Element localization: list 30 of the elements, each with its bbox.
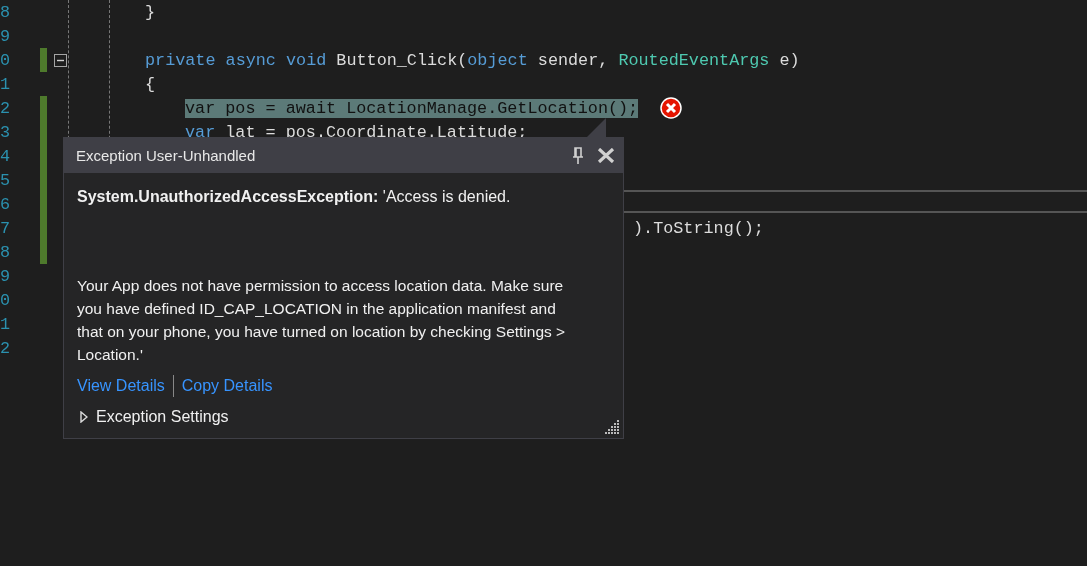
- line-number: 5: [0, 170, 10, 190]
- exception-message: System.UnauthorizedAccessException: 'Access is denied.: [77, 187, 512, 207]
- line-number: 8: [0, 2, 10, 22]
- line-number: 7: [0, 218, 10, 238]
- collapse-icon[interactable]: [54, 53, 67, 67]
- line-number: 1: [0, 74, 10, 94]
- line-number: 1: [0, 314, 10, 334]
- exception-settings-toggle[interactable]: Exception Settings: [80, 406, 610, 428]
- line-number: 0: [0, 290, 10, 310]
- code-line: {: [145, 74, 156, 94]
- code-line: }: [145, 2, 156, 22]
- line-number: 2: [0, 338, 10, 358]
- close-icon[interactable]: [597, 148, 615, 163]
- line-number: 6: [0, 194, 10, 214]
- details-link[interactable]: Copy Details: [181, 375, 273, 397]
- line-number: 8: [0, 242, 10, 262]
- exception-details: Your App does not have permission to access location data. Make sure you have defined ID_CAP_LOCATION in the application manifest and that on your phone, you have turned on location by checking Settings > Location.': [77, 276, 567, 365]
- pin-icon[interactable]: [573, 147, 583, 164]
- line-number: 4: [0, 146, 10, 166]
- line-number: 9: [0, 266, 10, 286]
- details-link[interactable]: View Details: [77, 375, 165, 397]
- line-number: 3: [0, 122, 10, 142]
- line-number: 2: [0, 98, 10, 118]
- line-number: 0: [0, 50, 10, 70]
- code-line: var lat = pos.Coordinate.Latitude;: [185, 122, 528, 142]
- code-line: private async void Button_Click(object sender, RoutedEventArgs e): [145, 50, 800, 70]
- code-line: ).ToString();: [633, 218, 764, 238]
- line-number: 9: [0, 26, 10, 46]
- resize-grip-icon[interactable]: [605, 420, 619, 434]
- popup-title: Exception User-Unhandled: [76, 147, 257, 164]
